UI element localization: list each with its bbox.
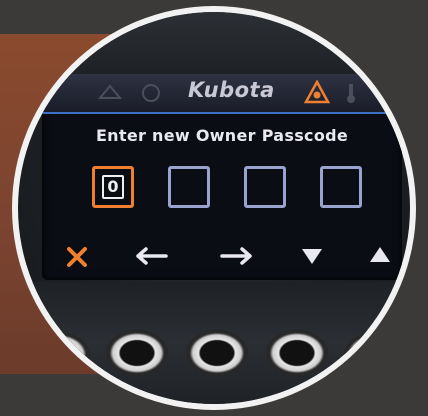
passcode-digit-2[interactable] <box>168 166 210 208</box>
cancel-x-icon[interactable] <box>64 244 90 274</box>
lcd-screen: Kubota Enter new Owner Passcode 0 <box>42 74 402 280</box>
arrow-right-icon[interactable] <box>218 246 254 270</box>
triangle-up-icon[interactable] <box>368 244 392 268</box>
housing-top <box>18 12 410 82</box>
passcode-digit-4[interactable] <box>320 166 362 208</box>
hardware-button-2[interactable] <box>106 330 168 376</box>
temperature-icon <box>342 82 360 108</box>
passcode-digit-3[interactable] <box>244 166 286 208</box>
hourglass-icon <box>140 82 162 108</box>
triangle-down-icon[interactable] <box>300 246 324 270</box>
fuel-icon <box>380 80 400 108</box>
display-bezel: Kubota Enter new Owner Passcode 0 <box>12 6 416 410</box>
hardware-button-5[interactable] <box>344 332 406 378</box>
passcode-prompt: Enter new Owner Passcode <box>95 126 349 145</box>
digit-value-1: 0 <box>102 175 124 199</box>
arrow-left-icon[interactable] <box>134 246 170 270</box>
brand-logo: Kubota <box>188 78 275 102</box>
display-housing: Kubota Enter new Owner Passcode 0 <box>18 12 410 404</box>
hardware-button-4[interactable] <box>266 330 328 376</box>
warning-triangle-icon <box>303 79 331 108</box>
passcode-digit-1[interactable]: 0 <box>92 166 134 208</box>
hardware-button-1[interactable] <box>28 332 90 378</box>
mower-icon <box>97 82 123 106</box>
hardware-button-3[interactable] <box>186 330 248 376</box>
status-bar: Kubota <box>42 74 402 114</box>
